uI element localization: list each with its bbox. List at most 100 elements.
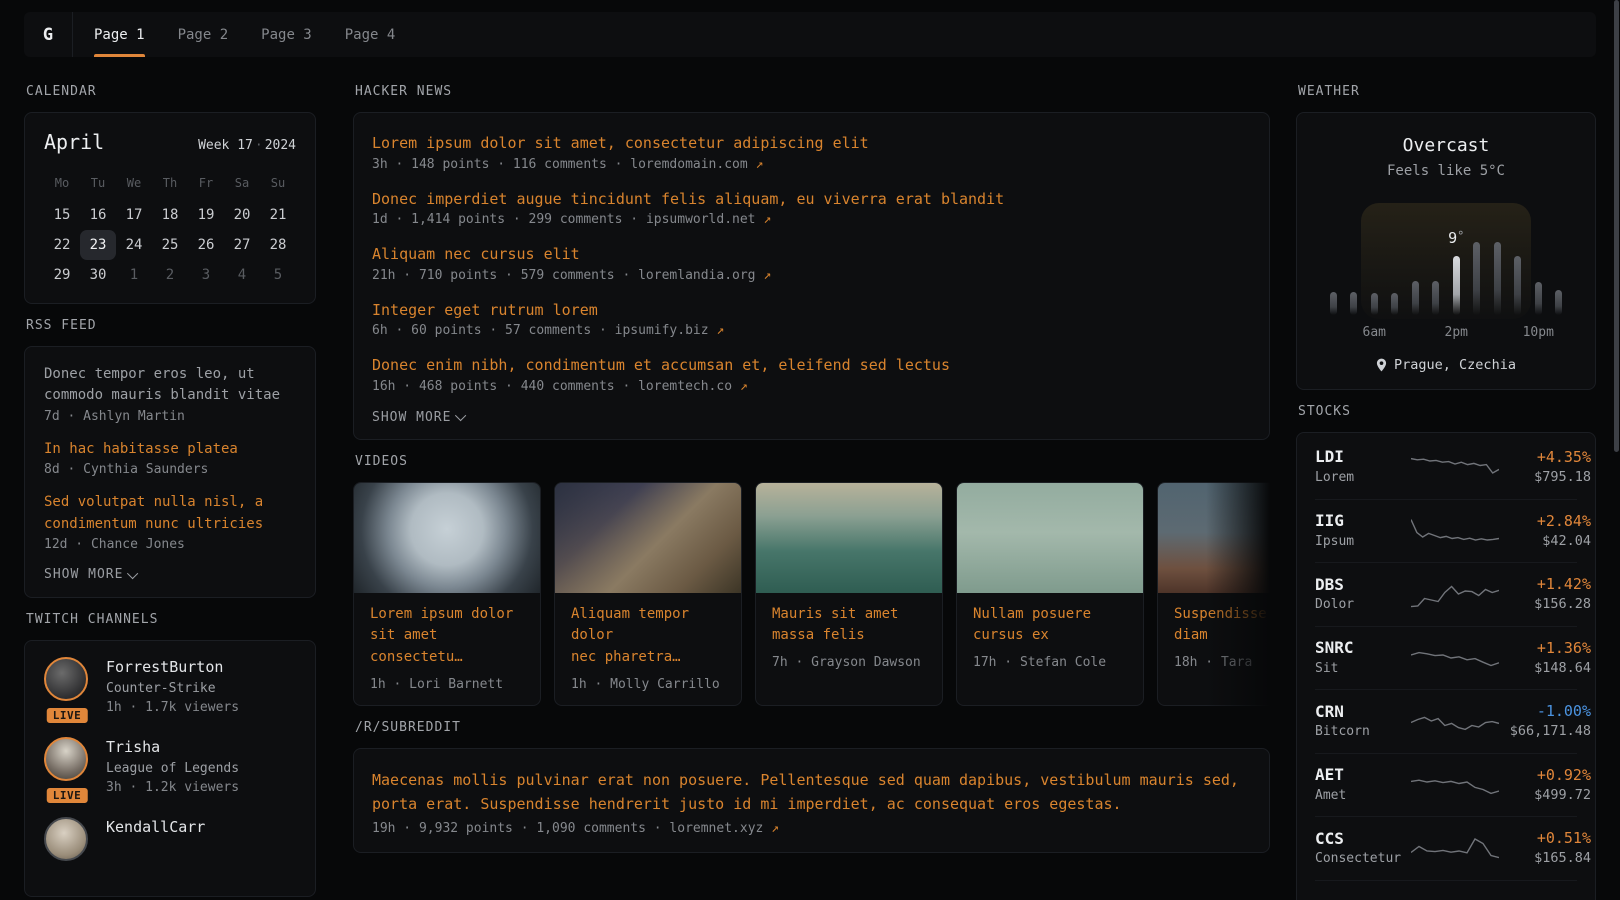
tab-page-3[interactable]: Page 3 <box>261 12 312 57</box>
twitch-channel-row[interactable]: LIVETrishaLeague of Legends3h · 1.2k vie… <box>44 737 296 798</box>
twitch-channels-widget: LIVEForrestBurtonCounter-Strike1h · 1.7k… <box>24 640 316 897</box>
calendar-day[interactable]: 19 <box>188 200 224 230</box>
calendar-day[interactable]: 20 <box>224 200 260 230</box>
weekday-label: Fr <box>188 168 224 200</box>
weather-bar <box>1514 256 1521 315</box>
stock-row[interactable]: CCSConsectetur+0.51%$165.84 <box>1315 816 1577 880</box>
list-item[interactable]: Lorem ipsum dolor sit amet, consectetur … <box>372 132 1251 172</box>
weekday-label: Mo <box>44 168 80 200</box>
twitch-channel-name[interactable]: KendallCarr <box>106 817 205 839</box>
list-item[interactable]: Donec enim nibh, condimentum et accumsan… <box>372 354 1251 394</box>
video-title[interactable]: Suspendisse diam <box>1174 604 1270 647</box>
stock-change: +1.36% <box>1499 638 1591 659</box>
video-title[interactable]: Nullam posuere cursus ex <box>973 604 1127 647</box>
video-card[interactable]: Suspendisse diam18h · Tara <box>1157 482 1270 706</box>
hn-item-domain[interactable]: ipsumify.biz <box>615 323 717 338</box>
list-item[interactable]: Integer eget rutrum lorem6h · 60 points … <box>372 299 1251 339</box>
stock-price: $66,171.48 <box>1499 722 1591 741</box>
hn-item-domain[interactable]: loremtech.co <box>638 379 740 394</box>
video-card[interactable]: Nullam posuere cursus ex17h · Stefan Col… <box>956 482 1144 706</box>
videos-section-title: VIDEOS <box>355 454 1270 469</box>
calendar-day[interactable]: 23 <box>80 230 116 260</box>
reddit-post-title[interactable]: Maecenas mollis pulvinar erat non posuer… <box>372 768 1251 818</box>
calendar-day[interactable]: 1 <box>116 260 152 290</box>
video-card[interactable]: Aliquam tempor dolor nec pharetra…1h · M… <box>554 482 742 706</box>
reddit-post[interactable]: Maecenas mollis pulvinar erat non posuer… <box>372 768 1251 837</box>
calendar-day[interactable]: 22 <box>44 230 80 260</box>
stock-row[interactable]: IIGIpsum+2.84%$42.04 <box>1315 499 1577 563</box>
calendar-day[interactable]: 18 <box>152 200 188 230</box>
hn-item-title[interactable]: Aliquam nec cursus elit <box>372 243 1251 266</box>
video-title[interactable]: Mauris sit amet massa felis <box>772 604 926 647</box>
list-item[interactable]: Aliquam nec cursus elit21h · 710 points … <box>372 243 1251 283</box>
list-item[interactable]: Donec tempor eros leo, ut commodo mauris… <box>44 364 296 424</box>
stock-change: +4.35% <box>1499 447 1591 468</box>
hn-item-title[interactable]: Integer eget rutrum lorem <box>372 299 1251 322</box>
video-title[interactable]: Aliquam tempor dolor nec pharetra… <box>571 604 725 669</box>
show-more-button[interactable]: SHOW MORE <box>372 410 1251 425</box>
calendar-day[interactable]: 29 <box>44 260 80 290</box>
reddit-post-domain[interactable]: loremnet.xyz <box>669 821 771 836</box>
twitch-channel-row[interactable]: LIVEForrestBurtonCounter-Strike1h · 1.7k… <box>44 657 296 718</box>
video-thumbnail[interactable] <box>957 483 1143 593</box>
weather-condition: Overcast <box>1317 135 1575 156</box>
hn-item-domain[interactable]: loremlandia.org <box>638 268 763 283</box>
tab-page-1[interactable]: Page 1 <box>94 12 145 57</box>
middle-column: HACKER NEWS Lorem ipsum dolor sit amet, … <box>353 70 1270 853</box>
weather-hour-slot <box>1344 223 1365 315</box>
list-item[interactable]: In hac habitasse platea8d · Cynthia Saun… <box>44 439 296 477</box>
stock-id: CRNBitcorn <box>1315 701 1411 742</box>
twitch-channel-row[interactable]: KendallCarr <box>44 817 296 861</box>
stock-row[interactable]: AHS+0.46% <box>1315 880 1577 900</box>
video-thumbnail[interactable] <box>1158 483 1270 593</box>
tab-page-4[interactable]: Page 4 <box>345 12 396 57</box>
calendar-day[interactable]: 15 <box>44 200 80 230</box>
stock-row[interactable]: SNRCSit+1.36%$148.64 <box>1315 626 1577 690</box>
list-item[interactable]: Sed volutpat nulla nisl, a condimentum n… <box>44 492 296 552</box>
calendar-day[interactable]: 30 <box>80 260 116 290</box>
calendar-day[interactable]: 2 <box>152 260 188 290</box>
video-card[interactable]: Lorem ipsum dolor sit amet consectetu…1h… <box>353 482 541 706</box>
stock-row[interactable]: CRNBitcorn-1.00%$66,171.48 <box>1315 689 1577 753</box>
show-more-button[interactable]: SHOW MORE <box>44 567 296 582</box>
list-item[interactable]: Donec imperdiet augue tincidunt felis al… <box>372 188 1251 228</box>
calendar-day[interactable]: 25 <box>152 230 188 260</box>
calendar-day[interactable]: 4 <box>224 260 260 290</box>
calendar-day[interactable]: 21 <box>260 200 296 230</box>
stock-row[interactable]: LDILorem+4.35%$795.18 <box>1315 435 1577 499</box>
rss-item-title[interactable]: In hac habitasse platea <box>44 439 296 460</box>
video-thumbnail[interactable] <box>756 483 942 593</box>
hn-item-domain[interactable]: ipsumworld.net <box>646 212 763 227</box>
hn-item-domain[interactable]: loremdomain.com <box>630 157 755 172</box>
weather-bar <box>1555 290 1562 315</box>
calendar-day[interactable]: 27 <box>224 230 260 260</box>
calendar-day[interactable]: 26 <box>188 230 224 260</box>
stock-row[interactable]: AETAmet+0.92%$499.72 <box>1315 753 1577 817</box>
calendar-day[interactable]: 28 <box>260 230 296 260</box>
hn-item-stats: 6h · 60 points · 57 comments · <box>372 323 615 338</box>
hn-item-title[interactable]: Lorem ipsum dolor sit amet, consectetur … <box>372 132 1251 155</box>
twitch-channel-name[interactable]: Trisha <box>106 737 239 759</box>
twitch-channel-name[interactable]: ForrestBurton <box>106 657 239 679</box>
calendar-day[interactable]: 3 <box>188 260 224 290</box>
show-more-label: SHOW MORE <box>372 410 451 425</box>
video-thumbnail[interactable] <box>354 483 540 593</box>
video-title[interactable]: Lorem ipsum dolor sit amet consectetu… <box>370 604 524 669</box>
hn-item-title[interactable]: Donec imperdiet augue tincidunt felis al… <box>372 188 1251 211</box>
app-logo[interactable]: G <box>24 12 73 57</box>
calendar-day[interactable]: 5 <box>260 260 296 290</box>
rss-item-title[interactable]: Donec tempor eros leo, ut commodo mauris… <box>44 364 296 407</box>
calendar-day[interactable]: 16 <box>80 200 116 230</box>
rss-item-title[interactable]: Sed volutpat nulla nisl, a condimentum n… <box>44 492 296 535</box>
stock-row[interactable]: DBSDolor+1.42%$156.28 <box>1315 562 1577 626</box>
video-card[interactable]: Mauris sit amet massa felis7h · Grayson … <box>755 482 943 706</box>
weather-location-row: Prague, Czechia <box>1317 357 1575 373</box>
page-scrollbar[interactable] <box>1614 0 1619 452</box>
stock-name: Sit <box>1315 660 1411 678</box>
tab-page-2[interactable]: Page 2 <box>178 12 229 57</box>
calendar-year: 2024 <box>265 138 296 153</box>
hn-item-title[interactable]: Donec enim nibh, condimentum et accumsan… <box>372 354 1251 377</box>
calendar-day[interactable]: 24 <box>116 230 152 260</box>
calendar-day[interactable]: 17 <box>116 200 152 230</box>
video-thumbnail[interactable] <box>555 483 741 593</box>
